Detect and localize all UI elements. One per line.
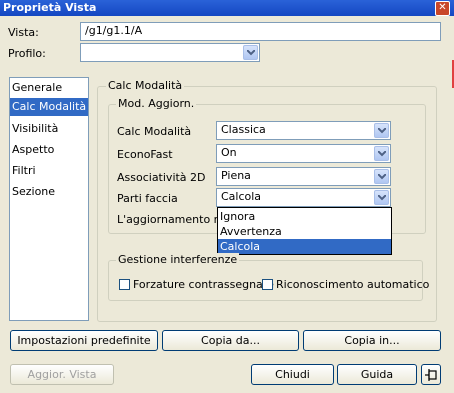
sidebar: Generale Calc Modalità Visibilità Aspett… bbox=[9, 77, 89, 321]
forzature-checkbox[interactable] bbox=[119, 279, 130, 290]
vista-field[interactable]: /g1/g1.1/A bbox=[80, 22, 441, 41]
calc-modalita-dropdown-button[interactable] bbox=[374, 123, 389, 138]
copia-in-button[interactable]: Copia in... bbox=[303, 330, 441, 351]
aggior-vista-button[interactable]: Aggior. Vista bbox=[10, 364, 114, 385]
associativita-select[interactable]: Piena bbox=[216, 167, 391, 186]
dropdown-option-avvertenza[interactable]: Avvertenza bbox=[218, 224, 391, 239]
profilo-select[interactable] bbox=[80, 43, 260, 62]
riconoscimento-checkbox[interactable] bbox=[262, 279, 273, 290]
econofast-select[interactable]: On bbox=[216, 144, 391, 163]
gestione-interferenze-group-label: Gestione interferenze bbox=[116, 253, 240, 266]
pin-icon bbox=[425, 369, 437, 381]
parti-faccia-label: Parti faccia bbox=[117, 192, 178, 205]
parti-faccia-dropdown-list: Ignora Avvertenza Calcola bbox=[217, 207, 392, 255]
sidebar-item-sezione[interactable]: Sezione bbox=[10, 183, 88, 201]
associativita-dropdown-button[interactable] bbox=[374, 169, 389, 184]
guida-button[interactable]: Guida bbox=[337, 364, 417, 385]
parti-faccia-dropdown-button[interactable] bbox=[374, 190, 389, 205]
econofast-value: On bbox=[221, 146, 237, 159]
profilo-label: Profilo: bbox=[8, 47, 46, 60]
chevron-down-icon bbox=[378, 128, 386, 134]
chevron-down-icon bbox=[378, 195, 386, 201]
close-button[interactable]: ✕ bbox=[435, 1, 450, 16]
associativita-label: Associatività 2D bbox=[117, 171, 206, 184]
close-icon: ✕ bbox=[438, 2, 447, 13]
associativita-value: Piena bbox=[221, 169, 251, 182]
calc-modalita-value: Classica bbox=[221, 123, 266, 136]
vista-label: Vista: bbox=[8, 26, 39, 39]
riconoscimento-label: Riconoscimento automatico bbox=[276, 278, 430, 291]
sidebar-item-filtri[interactable]: Filtri bbox=[10, 162, 88, 180]
chiudi-button[interactable]: Chiudi bbox=[251, 364, 334, 385]
sidebar-item-calc-modalita[interactable]: Calc Modalità bbox=[10, 98, 88, 116]
mod-aggiorn-group-label: Mod. Aggiorn. bbox=[116, 97, 197, 110]
forzature-label: Forzature contrassegnate bbox=[133, 278, 274, 291]
sidebar-item-aspetto[interactable]: Aspetto bbox=[10, 141, 88, 159]
dropdown-option-calcola[interactable]: Calcola bbox=[218, 239, 391, 254]
chevron-down-icon bbox=[378, 174, 386, 180]
calc-modalita-select[interactable]: Classica bbox=[216, 121, 391, 140]
econofast-label: EconoFast bbox=[117, 148, 173, 161]
calc-modalita-label: Calc Modalità bbox=[117, 125, 192, 138]
chevron-down-icon bbox=[378, 151, 386, 157]
title-bar: Proprietà Vista ✕ bbox=[0, 0, 454, 16]
sidebar-item-visibilita[interactable]: Visibilità bbox=[10, 120, 88, 138]
dropdown-option-ignora[interactable]: Ignora bbox=[218, 209, 391, 224]
pin-button[interactable] bbox=[421, 364, 441, 385]
profilo-dropdown-button[interactable] bbox=[243, 45, 258, 60]
parti-faccia-value: Calcola bbox=[221, 190, 262, 203]
vista-value: /g1/g1.1/A bbox=[85, 24, 143, 37]
sidebar-item-generale[interactable]: Generale bbox=[10, 79, 88, 97]
parti-faccia-select[interactable]: Calcola bbox=[216, 188, 391, 207]
econofast-dropdown-button[interactable] bbox=[374, 146, 389, 161]
chevron-down-icon bbox=[247, 50, 255, 56]
window-title: Proprietà Vista bbox=[3, 1, 97, 14]
copia-da-button[interactable]: Copia da... bbox=[162, 330, 299, 351]
calc-modalita-group-label: Calc Modalità bbox=[106, 79, 185, 92]
impostazioni-predefinite-button[interactable]: Impostazioni predefinite bbox=[10, 330, 158, 351]
